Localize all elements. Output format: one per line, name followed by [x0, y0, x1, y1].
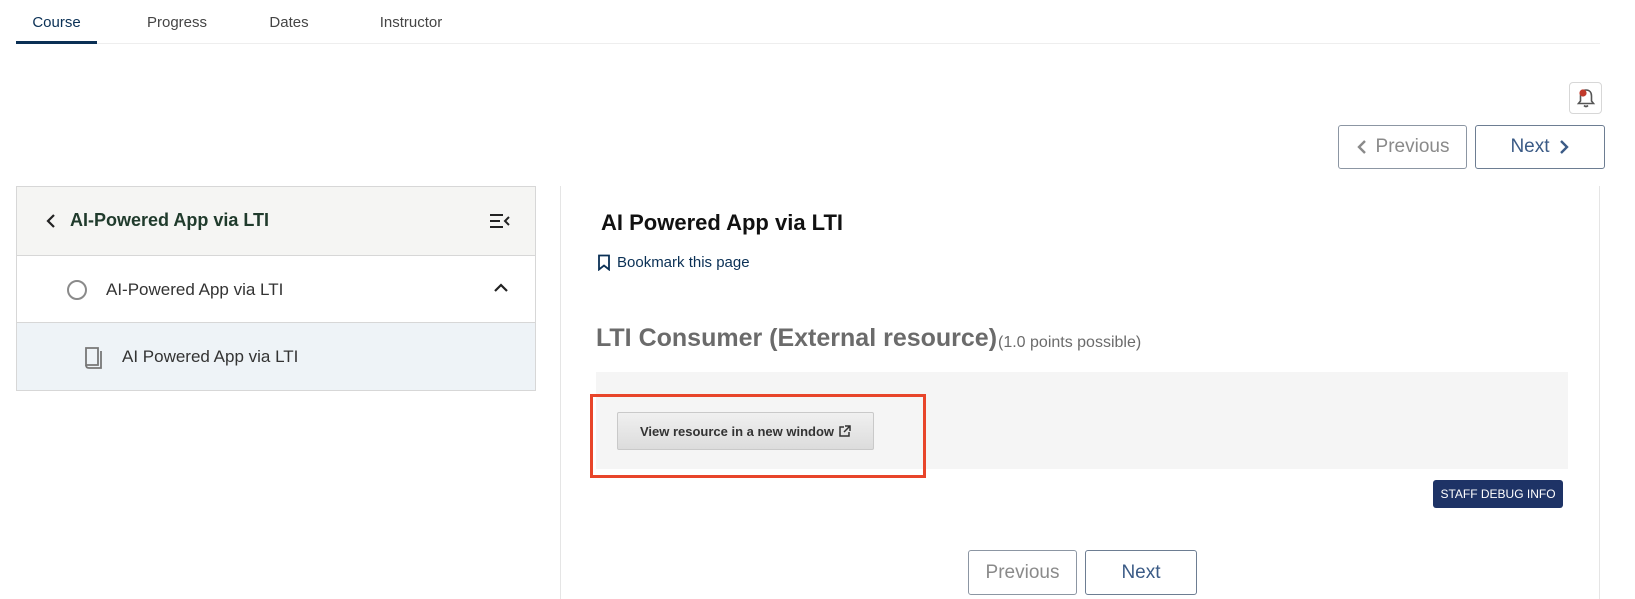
sequence-label: AI-Powered App via LTI	[106, 280, 284, 299]
view-resource-button[interactable]: View resource in a new window	[617, 412, 874, 450]
top-next-button[interactable]: Next	[1475, 125, 1605, 169]
tab-progress[interactable]: Progress	[137, 0, 217, 44]
bookmark-outline-icon	[598, 254, 610, 271]
chevron-right-icon	[1559, 140, 1569, 154]
chevron-up-icon[interactable]	[491, 278, 511, 298]
course-outline-sidebar: AI-Powered App via LTI AI-Powered App vi…	[16, 186, 536, 391]
bell-icon	[1576, 89, 1595, 108]
chevron-left-icon	[1356, 140, 1366, 154]
bottom-next-button[interactable]: Next	[1085, 550, 1197, 595]
book-icon	[85, 347, 102, 369]
tab-instructor[interactable]: Instructor	[366, 0, 456, 44]
top-previous-button[interactable]: Previous	[1338, 125, 1467, 169]
sidebar-unit-item[interactable]: AI Powered App via LTI	[17, 323, 535, 390]
tab-dates[interactable]: Dates	[261, 0, 317, 44]
sidebar-title: AI-Powered App via LTI	[70, 210, 270, 230]
course-tabs: Course Progress Dates Instructor	[16, 0, 1600, 44]
points-possible: (1.0 points possible)	[998, 334, 1142, 351]
problem-title: LTI Consumer (External resource)	[596, 324, 998, 352]
circle-outline-icon	[67, 280, 87, 300]
bottom-previous-button[interactable]: Previous	[968, 550, 1077, 595]
top-previous-label: Previous	[1375, 136, 1450, 157]
sidebar-header: AI-Powered App via LTI	[17, 187, 535, 256]
view-resource-label: View resource in a new window	[639, 423, 835, 439]
external-link-icon	[839, 424, 851, 437]
unit-label: AI Powered App via LTI	[122, 347, 299, 366]
sidebar-sequence-item[interactable]: AI-Powered App via LTI	[17, 256, 535, 323]
top-next-label: Next	[1510, 136, 1550, 157]
back-chevron-icon[interactable]	[39, 209, 63, 233]
tab-course[interactable]: Course	[16, 0, 97, 44]
notification-button[interactable]	[1569, 82, 1602, 114]
unit-title: AI Powered App via LTI	[601, 210, 844, 235]
sidebar-collapse-icon[interactable]	[487, 209, 511, 233]
bookmark-button[interactable]: Bookmark this page	[597, 254, 750, 271]
staff-debug-info-button[interactable]: STAFF DEBUG INFO	[1433, 480, 1563, 508]
bookmark-label: Bookmark this page	[617, 254, 750, 271]
